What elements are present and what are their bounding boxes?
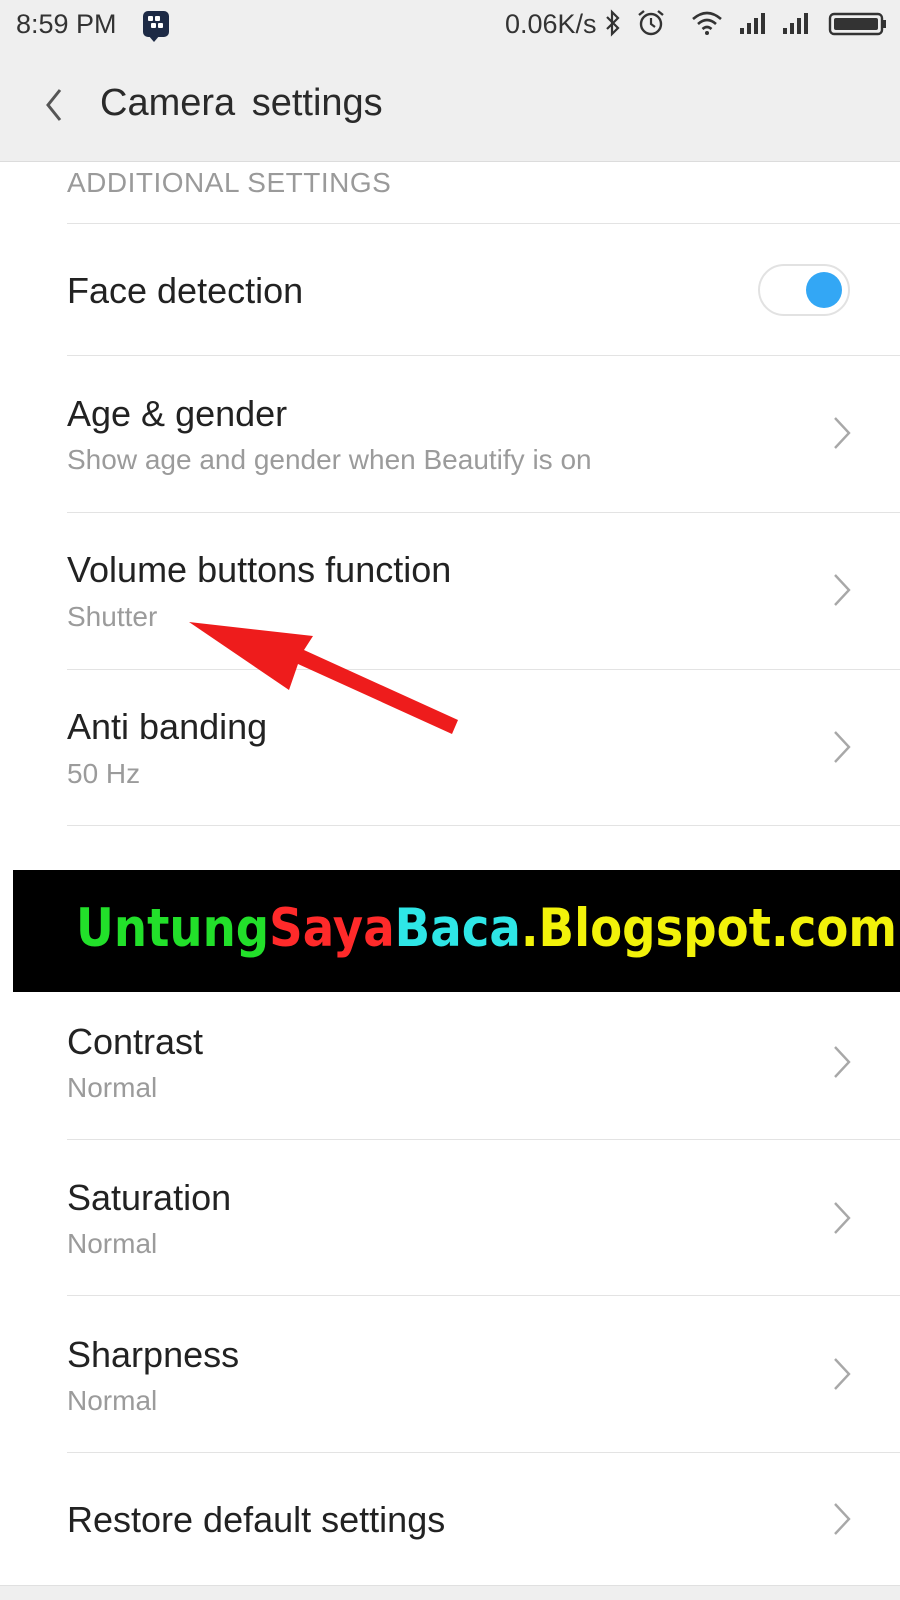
network-speed: 0.06K/s	[505, 9, 597, 39]
setting-subtitle: Shutter	[67, 601, 158, 632]
chevron-right-icon	[834, 417, 851, 449]
status-bar: 8:59 PM 0.06K/s	[0, 0, 900, 52]
signal-icon-2	[783, 13, 808, 34]
chevron-right-icon	[834, 1358, 851, 1390]
toggle-knob	[806, 272, 842, 308]
setting-title: Saturation	[67, 1177, 232, 1218]
setting-subtitle: Normal	[67, 1228, 158, 1259]
setting-title: Volume buttons function	[67, 549, 452, 590]
wifi-icon	[692, 11, 722, 35]
setting-subtitle: Show age and gender when Beautify is on	[67, 444, 592, 475]
setting-restore-defaults[interactable]: Restore default settings	[0, 1453, 900, 1583]
setting-subtitle: 50 Hz	[67, 758, 141, 789]
setting-saturation[interactable]: Saturation Normal	[0, 1140, 900, 1296]
setting-face-detection[interactable]: Face detection	[0, 224, 900, 355]
watermark-part: Baca	[394, 898, 521, 959]
divider	[67, 825, 900, 826]
chevron-right-icon	[834, 1202, 851, 1234]
bbm-icon	[143, 11, 169, 42]
watermark-text: UntungSayaBaca.Blogspot.com	[76, 898, 897, 959]
setting-sharpness[interactable]: Sharpness Normal	[0, 1296, 900, 1452]
setting-anti-banding[interactable]: Anti banding 50 Hz	[0, 670, 900, 826]
chevron-right-icon	[834, 731, 851, 763]
setting-title: Sharpness	[67, 1334, 240, 1375]
setting-volume-buttons[interactable]: Volume buttons function Shutter	[0, 513, 900, 669]
bottom-strip	[0, 1585, 900, 1600]
section-header: ADDITIONAL SETTINGS	[67, 167, 392, 198]
back-button[interactable]	[30, 80, 80, 130]
status-time: 8:59 PM	[16, 9, 117, 39]
chevron-right-icon	[834, 1503, 851, 1535]
setting-contrast[interactable]: Contrast Normal	[0, 984, 900, 1140]
app-bar: Camera settings	[0, 52, 900, 162]
battery-icon	[828, 12, 886, 36]
setting-subtitle: Normal	[67, 1385, 158, 1416]
chevron-right-icon	[834, 574, 851, 606]
watermark-part: Saya	[269, 898, 395, 959]
setting-title: Age & gender	[67, 393, 288, 434]
setting-title: Anti banding	[67, 706, 268, 747]
signal-icon	[740, 13, 765, 34]
setting-title: Contrast	[67, 1021, 204, 1062]
alarm-icon	[638, 10, 664, 36]
setting-subtitle: Normal	[67, 1072, 158, 1103]
page-title: Camera settings	[100, 82, 383, 124]
chevron-right-icon	[834, 1046, 851, 1078]
watermark-part: .Blogspot.com	[520, 898, 897, 959]
watermark-part: Untung	[76, 898, 270, 959]
face-detection-toggle[interactable]	[758, 264, 850, 316]
bluetooth-icon	[606, 9, 620, 37]
watermark-banner: UntungSayaBaca.Blogspot.com	[13, 870, 900, 992]
setting-title: Face detection	[67, 270, 304, 311]
setting-age-gender[interactable]: Age & gender Show age and gender when Be…	[0, 356, 900, 512]
setting-title: Restore default settings	[67, 1499, 446, 1540]
